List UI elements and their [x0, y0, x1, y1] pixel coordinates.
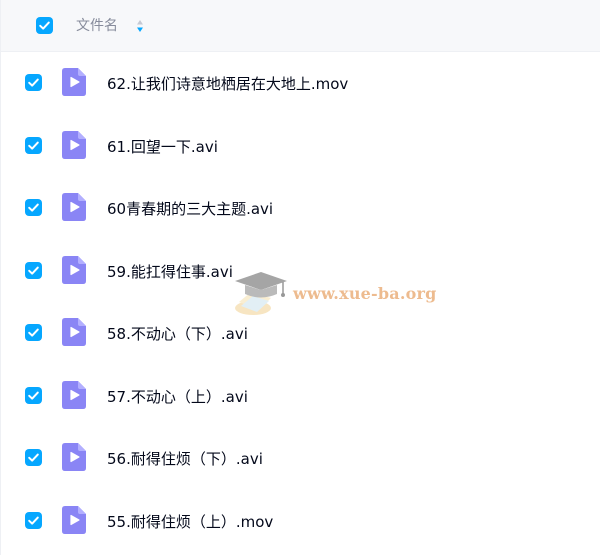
check-icon — [28, 266, 39, 275]
file-name[interactable]: 56.耐得住烦（下）.avi — [107, 449, 263, 469]
file-name[interactable]: 62.让我们诗意地栖居在大地上.mov — [107, 74, 348, 94]
file-name[interactable]: 55.耐得住烦（上）.mov — [107, 512, 273, 532]
check-icon — [28, 453, 39, 462]
video-file-icon — [62, 505, 86, 534]
file-row[interactable]: 57.不动心（上）.avi — [1, 365, 600, 428]
check-icon — [39, 21, 50, 30]
file-name[interactable]: 61.回望一下.avi — [107, 137, 218, 157]
video-file-icon — [62, 318, 86, 346]
check-icon — [28, 391, 39, 400]
watermark: www.xue-ba.org — [231, 268, 436, 320]
file-name[interactable]: 60青春期的三大主题.avi — [107, 199, 273, 219]
file-list-panel: 文件名 62.让我们诗意地栖居在大地上.mov 61.回望一下.avi 60青春期的… — [0, 0, 600, 555]
video-file-icon — [62, 68, 86, 96]
check-icon — [28, 203, 39, 212]
video-file-icon — [62, 193, 86, 221]
file-checkbox[interactable] — [25, 324, 42, 341]
video-file-icon — [62, 380, 86, 409]
video-file-icon — [62, 255, 86, 284]
graduation-cap-icon — [235, 272, 287, 315]
video-file-icon — [62, 130, 86, 159]
file-checkbox[interactable] — [25, 386, 42, 404]
file-checkbox[interactable] — [25, 449, 42, 466]
file-checkbox[interactable] — [25, 261, 42, 279]
file-name[interactable]: 58.不动心（下）.avi — [107, 324, 248, 344]
file-checkbox[interactable] — [25, 199, 42, 216]
file-name[interactable]: 57.不动心（上）.avi — [107, 387, 248, 407]
select-all-checkbox[interactable] — [36, 17, 53, 34]
sort-icon[interactable] — [136, 19, 144, 33]
video-file-icon — [62, 443, 86, 471]
check-icon — [28, 78, 39, 87]
file-list-header: 文件名 — [1, 0, 600, 52]
file-row[interactable]: 61.回望一下.avi — [1, 115, 600, 178]
file-checkbox[interactable] — [25, 74, 42, 91]
file-checkbox[interactable] — [25, 136, 42, 154]
watermark-text: www.xue-ba.org — [293, 284, 437, 303]
file-name[interactable]: 59.能扛得住事.avi — [107, 262, 233, 282]
file-row[interactable]: 62.让我们诗意地栖居在大地上.mov — [1, 52, 600, 115]
file-row[interactable]: 56.耐得住烦（下）.avi — [1, 427, 600, 490]
filename-column-header[interactable]: 文件名 — [76, 17, 118, 35]
check-icon — [28, 516, 39, 525]
check-icon — [28, 141, 39, 150]
file-row[interactable]: 60青春期的三大主题.avi — [1, 177, 600, 240]
check-icon — [28, 328, 39, 337]
file-row[interactable]: 55.耐得住烦（上）.mov — [1, 490, 600, 553]
file-checkbox[interactable] — [25, 511, 42, 529]
